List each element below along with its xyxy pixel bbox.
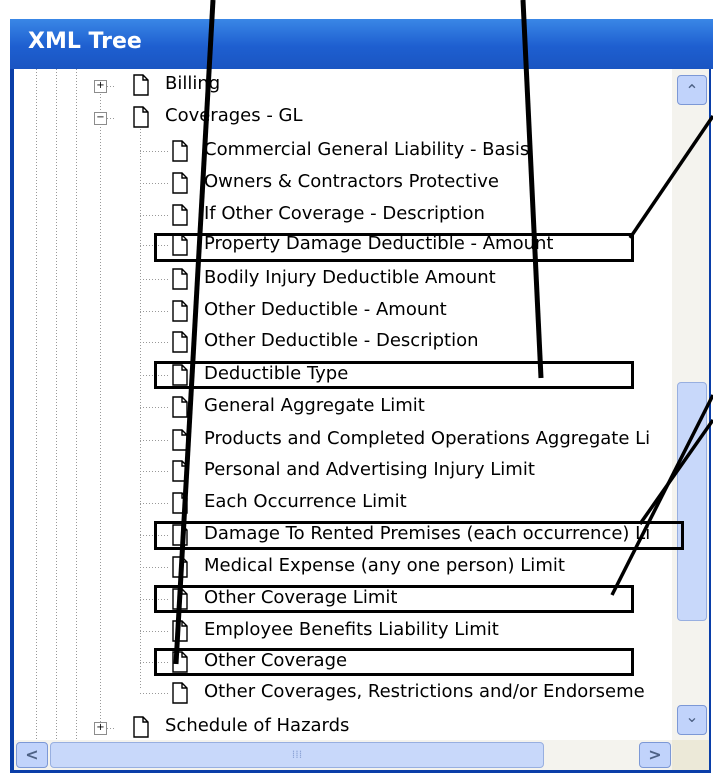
- highlight-box: [154, 521, 684, 550]
- tree-connector: [140, 440, 168, 441]
- tree-connector: [140, 183, 168, 184]
- tree-node-label: General Aggregate Limit: [204, 395, 425, 416]
- document-icon: [172, 429, 188, 451]
- document-icon: [172, 492, 188, 514]
- tree-node-label: Schedule of Hazards: [165, 715, 350, 736]
- tree-connector: [107, 86, 115, 87]
- scroll-grip: ⁞⁞⁞: [291, 748, 303, 761]
- document-icon: [172, 140, 188, 162]
- tree-node-child[interactable]: Medical Expense (any one person) Limit: [14, 552, 669, 582]
- tree-node-child[interactable]: Other Deductible - Description: [14, 327, 669, 357]
- highlight-box: [154, 233, 634, 262]
- tree-connector: [140, 503, 168, 504]
- document-icon: [133, 106, 149, 128]
- tree-node-label: Commercial General Liability - Basis: [204, 139, 530, 160]
- tree-node-label: Other Coverages, Restrictions and/or End…: [204, 681, 645, 702]
- tree-node-child[interactable]: If Other Coverage - Description: [14, 200, 669, 230]
- tree-node-label: Owners & Contractors Protective: [204, 171, 499, 192]
- tree-connector: [140, 471, 168, 472]
- scroll-left-button[interactable]: <: [16, 742, 48, 768]
- tree-connector: [140, 342, 168, 343]
- expand-icon[interactable]: +: [94, 80, 107, 93]
- tree-node-label: If Other Coverage - Description: [204, 203, 485, 224]
- highlight-box: [154, 361, 634, 389]
- tree-node-label: Bodily Injury Deductible Amount: [204, 267, 496, 288]
- document-icon: [172, 620, 188, 642]
- tree-node-child[interactable]: Other Deductible - Amount: [14, 296, 669, 326]
- document-icon: [172, 300, 188, 322]
- tree-connector: [140, 215, 168, 216]
- horizontal-scroll-thumb[interactable]: ⁞⁞⁞: [50, 742, 544, 768]
- tree-connector: [107, 728, 115, 729]
- tree-connector: [140, 311, 168, 312]
- highlight-box: [154, 585, 634, 613]
- document-icon: [172, 460, 188, 482]
- highlight-box: [154, 648, 634, 676]
- document-icon: [172, 331, 188, 353]
- document-icon: [172, 396, 188, 418]
- tree-node-child[interactable]: Bodily Injury Deductible Amount: [14, 264, 669, 294]
- tree-node-child[interactable]: Other Coverages, Restrictions and/or End…: [14, 678, 669, 708]
- document-icon: [172, 268, 188, 290]
- tree-connector: [140, 567, 168, 568]
- horizontal-scrollbar[interactable]: < ⁞⁞⁞ >: [14, 740, 672, 770]
- tree-node-label: Other Deductible - Amount: [204, 299, 447, 320]
- tree-node-child[interactable]: General Aggregate Limit: [14, 392, 669, 422]
- window-title: XML Tree: [28, 29, 142, 54]
- document-icon: [133, 74, 149, 96]
- title-bar: XML Tree: [10, 19, 713, 69]
- tree-node-label: Medical Expense (any one person) Limit: [204, 555, 565, 576]
- tree-node-billing[interactable]: + Billing: [14, 70, 669, 100]
- tree-node-label: Employee Benefits Liability Limit: [204, 619, 499, 640]
- tree-node-label: Products and Completed Operations Aggreg…: [204, 428, 651, 449]
- tree-node-coverages-gl[interactable]: − Coverages - GL: [14, 102, 669, 132]
- tree-connector: [107, 118, 115, 119]
- tree-connector: [140, 631, 168, 632]
- tree-node-child[interactable]: Products and Completed Operations Aggreg…: [14, 425, 669, 455]
- tree-connector: [140, 693, 168, 694]
- tree-node-label: Other Deductible - Description: [204, 330, 479, 351]
- scroll-right-button[interactable]: >: [639, 742, 671, 768]
- document-icon: [172, 556, 188, 578]
- tree-node-child[interactable]: Personal and Advertising Injury Limit: [14, 456, 669, 486]
- scroll-thumb[interactable]: [677, 382, 707, 621]
- tree-node-label: Each Occurrence Limit: [204, 491, 407, 512]
- tree-node-child[interactable]: Commercial General Liability - Basis: [14, 136, 669, 166]
- collapse-icon[interactable]: −: [94, 112, 107, 125]
- document-icon: [172, 682, 188, 704]
- tree-node-label: Coverages - GL: [165, 105, 303, 126]
- scrollbar-corner: [672, 740, 709, 770]
- tree-node-child[interactable]: Employee Benefits Liability Limit: [14, 616, 669, 646]
- document-icon: [172, 204, 188, 226]
- tree-node-child[interactable]: Each Occurrence Limit: [14, 488, 669, 518]
- document-icon: [172, 172, 188, 194]
- tree-connector: [140, 151, 168, 152]
- document-icon: [133, 716, 149, 738]
- expand-icon[interactable]: +: [94, 722, 107, 735]
- scroll-down-button[interactable]: ⌄: [677, 705, 707, 735]
- tree-connector: [140, 279, 168, 280]
- tree-node-label: Personal and Advertising Injury Limit: [204, 459, 535, 480]
- tree-connector: [140, 407, 168, 408]
- vertical-scrollbar[interactable]: ⌃ ⌄: [672, 69, 709, 740]
- tree-node-label: Billing: [165, 73, 221, 94]
- scroll-up-button[interactable]: ⌃: [677, 75, 707, 105]
- tree-node-schedule-of-hazards[interactable]: + Schedule of Hazards: [14, 712, 669, 740]
- tree-node-child[interactable]: Owners & Contractors Protective: [14, 168, 669, 198]
